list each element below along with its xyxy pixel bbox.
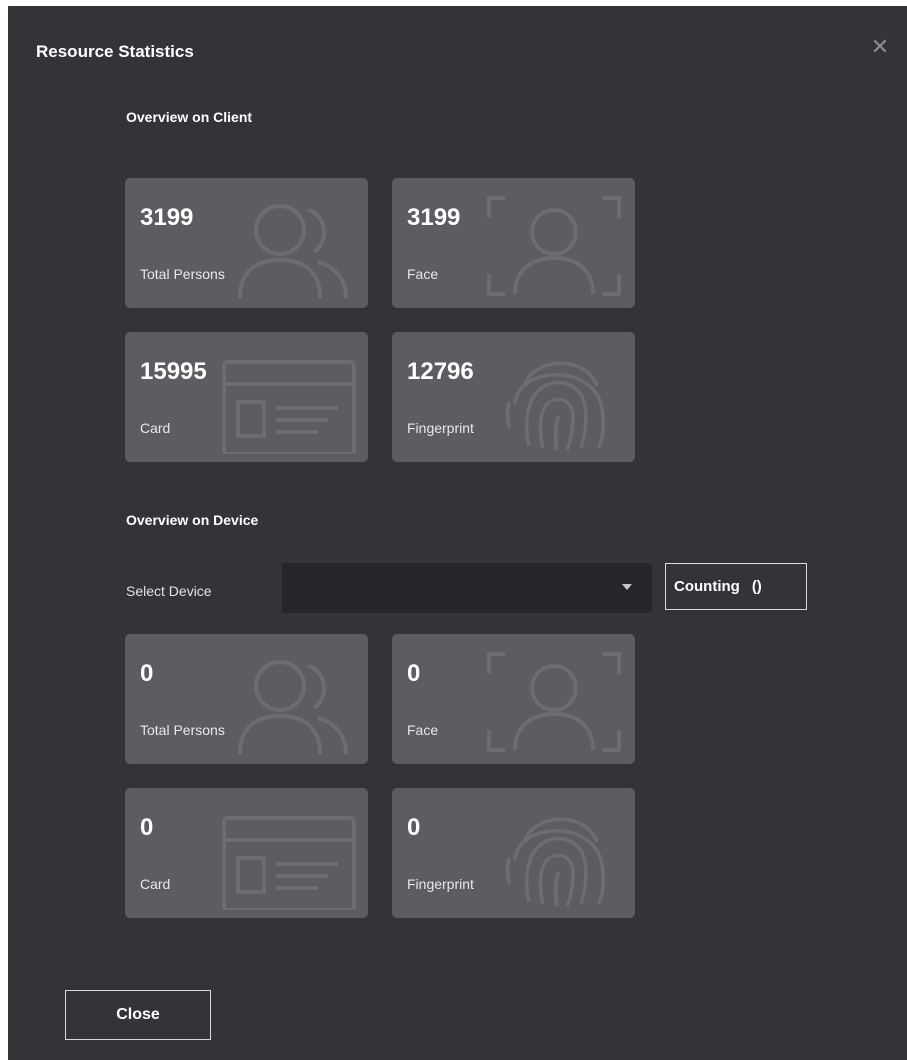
id-card-icon: [222, 360, 356, 454]
card-label: Total Persons: [140, 722, 225, 738]
card-label: Fingerprint: [407, 876, 474, 892]
card-value: 15995: [140, 358, 207, 385]
persons-icon: [238, 204, 348, 300]
client-total-persons-card: 3199 Total Persons: [125, 178, 368, 308]
card-value: 0: [407, 660, 421, 687]
card-label: Fingerprint: [407, 420, 474, 436]
device-total-persons-card: 0 Total Persons: [125, 634, 368, 764]
card-label: Card: [140, 420, 171, 436]
device-section-title: Overview on Device: [126, 512, 259, 528]
fingerprint-icon: [505, 361, 605, 452]
device-face-card: 0 Face: [392, 634, 635, 764]
persons-icon: [238, 660, 348, 756]
client-section-title: Overview on Client: [126, 109, 253, 125]
id-card-icon: [222, 816, 356, 910]
select-device-label: Select Device: [126, 583, 212, 599]
dialog-title: Resource Statistics: [36, 42, 194, 61]
counting-value: (): [751, 578, 762, 595]
counting-label: Counting: [674, 578, 740, 595]
card-value: 3199: [407, 204, 461, 231]
card-value: 0: [140, 660, 154, 687]
card-value: 0: [407, 814, 421, 841]
resource-statistics-dialog: Resource Statistics ✕ Overview on Client…: [8, 6, 907, 1060]
close-icon[interactable]: ✕: [869, 36, 891, 58]
card-value: 3199: [140, 204, 194, 231]
device-select[interactable]: [282, 563, 652, 613]
device-fingerprint-card: 0 Fingerprint: [392, 788, 635, 918]
fingerprint-icon: [505, 817, 605, 908]
client-card-card: 15995 Card: [125, 332, 368, 462]
card-value: 0: [140, 814, 154, 841]
face-scan-icon: [487, 196, 621, 296]
counting-button[interactable]: Counting (): [665, 563, 807, 610]
card-value: 12796: [407, 358, 474, 385]
close-button[interactable]: Close: [65, 990, 211, 1040]
face-scan-icon: [487, 652, 621, 752]
device-card-card: 0 Card: [125, 788, 368, 918]
card-label: Face: [407, 266, 439, 282]
card-label: Card: [140, 876, 171, 892]
card-label: Face: [407, 722, 439, 738]
card-label: Total Persons: [140, 266, 225, 282]
client-fingerprint-card: 12796 Fingerprint: [392, 332, 635, 462]
client-face-card: 3199 Face: [392, 178, 635, 308]
chevron-down-icon[interactable]: [622, 584, 632, 590]
